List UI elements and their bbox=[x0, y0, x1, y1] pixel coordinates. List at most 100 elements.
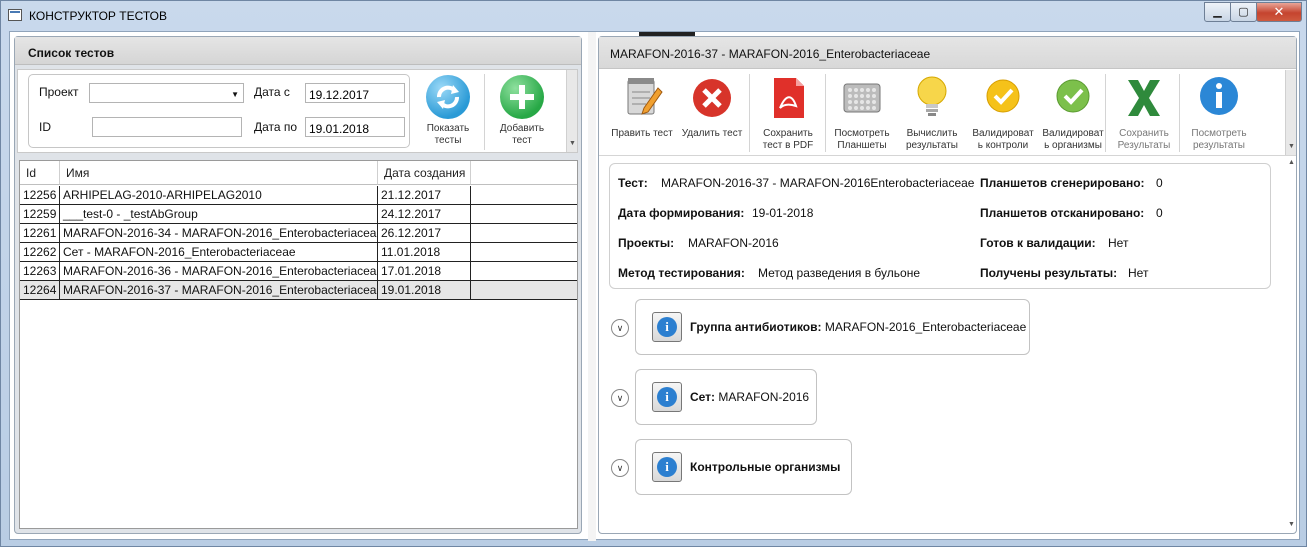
expand-control-organisms-toggle[interactable]: ∨ bbox=[611, 459, 629, 477]
cell-name: MARAFON-2016-37 - MARAFON-2016_Enterobac… bbox=[60, 281, 378, 299]
test-label: Тест: bbox=[618, 176, 648, 190]
delete-icon bbox=[690, 74, 734, 122]
add-test-button[interactable]: Добавить тест bbox=[494, 72, 550, 152]
pdf-icon bbox=[766, 74, 810, 122]
results-received-value: Нет bbox=[1128, 266, 1149, 280]
table-row[interactable]: 12259 ___test-0 - _testAbGroup 24.12.2017 bbox=[20, 205, 577, 224]
expand-set-toggle[interactable]: ∨ bbox=[611, 389, 629, 407]
column-header-date[interactable]: Дата создания bbox=[378, 161, 471, 185]
toolbar-button-excel[interactable]: Сохранить Результаты bbox=[1113, 74, 1175, 152]
date-to-input[interactable] bbox=[305, 117, 405, 137]
cell-filler bbox=[471, 205, 577, 223]
scroll-down-icon: ▼ bbox=[569, 140, 576, 147]
toolbar-button-label: Валидироват bbox=[1042, 128, 1104, 139]
panel-splitter[interactable] bbox=[588, 32, 596, 541]
toolbar-separator bbox=[1179, 74, 1180, 152]
plates-scanned-label: Планшетов отсканировано: bbox=[980, 206, 1145, 220]
set-expander[interactable]: i Сет: MARAFON-2016 bbox=[635, 369, 817, 425]
date-from-label: Дата с bbox=[254, 85, 290, 99]
toolbar-button-label: Посмотреть bbox=[834, 128, 890, 139]
minimize-button[interactable]: ▁ bbox=[1204, 2, 1231, 22]
lightbulb-icon bbox=[910, 74, 954, 122]
toolbar-button-label: Править тест bbox=[611, 128, 673, 139]
test-info-card: Тест: MARAFON-2016-37 - MARAFON-2016Ente… bbox=[609, 163, 1271, 289]
cell-id: 12259 bbox=[20, 205, 60, 223]
scroll-up-icon: ▲ bbox=[1288, 159, 1295, 166]
ready-for-validation-value: Нет bbox=[1108, 236, 1129, 250]
toolbar-button-edit-notepad[interactable]: Править тест bbox=[611, 74, 673, 152]
show-tests-button[interactable]: Показать тесты bbox=[420, 72, 476, 152]
control-organisms-expander[interactable]: i Контрольные организмы bbox=[635, 439, 852, 495]
filter-area: Проект ▼ ID Дата с Дата по bbox=[17, 69, 578, 153]
cell-date: 21.12.2017 bbox=[378, 186, 471, 204]
project-select[interactable]: ▼ bbox=[89, 83, 244, 103]
toolbar-button-validate-green[interactable]: Валидироват ь организмы bbox=[1041, 74, 1105, 152]
cell-name: MARAFON-2016-34 - MARAFON-2016_Enterobac… bbox=[60, 224, 378, 242]
toolbar-button-label: Валидироват bbox=[972, 128, 1034, 139]
app-icon bbox=[8, 9, 22, 21]
cell-id: 12264 bbox=[20, 281, 60, 299]
chevron-down-icon: ∨ bbox=[616, 393, 624, 403]
table-row[interactable]: 12264 MARAFON-2016-37 - MARAFON-2016_Ente… bbox=[20, 281, 577, 300]
column-header-id[interactable]: Id bbox=[20, 161, 60, 185]
toolbar-separator bbox=[749, 74, 750, 152]
validate-yellow-icon bbox=[981, 74, 1025, 122]
add-test-label: Добавить тест bbox=[499, 123, 545, 146]
toolbar-button-pdf[interactable]: Сохранить тест в PDF bbox=[757, 74, 819, 152]
table-row[interactable]: 12256 ARHIPELAG-2010-ARHIPELAG2010 21.12.2… bbox=[20, 186, 577, 205]
toolbar-button-label-line2: Результаты bbox=[1117, 140, 1171, 151]
cell-date: 17.01.2018 bbox=[378, 262, 471, 280]
id-input[interactable] bbox=[92, 117, 242, 137]
table-row[interactable]: 12262 Сет - MARAFON-2016_Enterobacteriace… bbox=[20, 243, 577, 262]
plates-generated-value: 0 bbox=[1156, 176, 1163, 190]
table-row[interactable]: 12261 MARAFON-2016-34 - MARAFON-2016_Ente… bbox=[20, 224, 577, 243]
excel-icon bbox=[1122, 74, 1166, 122]
filter-box: Проект ▼ ID Дата с Дата по bbox=[28, 74, 410, 148]
filter-scrollbar[interactable]: ▼ bbox=[566, 70, 577, 152]
scroll-down-icon: ▼ bbox=[1288, 521, 1295, 528]
toolbar-button-lightbulb[interactable]: Вычислить результаты bbox=[901, 74, 963, 152]
cell-date: 26.12.2017 bbox=[378, 224, 471, 242]
details-scrollbar[interactable]: ▲ ▼ bbox=[1288, 157, 1296, 533]
cell-filler bbox=[471, 186, 577, 204]
table-row[interactable]: 12263 MARAFON-2016-36 - MARAFON-2016_Ente… bbox=[20, 262, 577, 281]
refresh-icon bbox=[426, 75, 470, 119]
validate-green-icon bbox=[1051, 74, 1095, 122]
date-from-input[interactable] bbox=[305, 83, 405, 103]
chevron-down-icon: ∨ bbox=[616, 463, 624, 473]
expand-antibiotics-toggle[interactable]: ∨ bbox=[611, 319, 629, 337]
antibiotics-group-label: Группа антибиотиков: bbox=[690, 320, 822, 334]
info-icon: i bbox=[652, 382, 682, 412]
toolbar-button-label: Посмотреть bbox=[1191, 128, 1247, 139]
id-label: ID bbox=[39, 120, 51, 134]
column-header-name[interactable]: Имя bbox=[60, 161, 378, 185]
title-bar[interactable]: КОНСТРУКТОР ТЕСТОВ ▁ ▢ ✕ bbox=[1, 1, 1306, 31]
projects-label: Проекты: bbox=[618, 236, 675, 250]
set-label: Сет: bbox=[690, 390, 716, 404]
toolbar-scrollbar[interactable]: ▼ bbox=[1285, 70, 1296, 155]
tests-list-panel: Список тестов Проект ▼ ID Дата с Дата по bbox=[14, 36, 582, 534]
cell-filler bbox=[471, 262, 577, 280]
edit-notepad-icon bbox=[620, 74, 664, 122]
chevron-down-icon: ∨ bbox=[616, 323, 624, 333]
close-button[interactable]: ✕ bbox=[1256, 2, 1302, 22]
cell-id: 12261 bbox=[20, 224, 60, 242]
plus-icon bbox=[500, 75, 544, 119]
date-formed-label: Дата формирования: bbox=[618, 206, 745, 220]
control-organisms-label: Контрольные организмы bbox=[690, 460, 841, 474]
toolbar-button-info[interactable]: Посмотреть результаты bbox=[1185, 74, 1253, 152]
toolbar-button-delete[interactable]: Удалить тест bbox=[681, 74, 743, 152]
client-area: Список тестов Проект ▼ ID Дата с Дата по bbox=[9, 31, 1300, 541]
test-details-title: MARAFON-2016-37 - MARAFON-2016_Enterobac… bbox=[599, 37, 1296, 69]
maximize-button[interactable]: ▢ bbox=[1230, 2, 1257, 22]
project-label: Проект bbox=[39, 85, 79, 99]
antibiotics-group-expander[interactable]: i Группа антибиотиков: MARAFON-2016_Ente… bbox=[635, 299, 1030, 355]
toolbar-separator bbox=[1105, 74, 1106, 152]
toolbar-button-label-line2: ь организмы bbox=[1044, 140, 1102, 151]
cell-date: 24.12.2017 bbox=[378, 205, 471, 223]
info-icon: i bbox=[652, 312, 682, 342]
toolbar-button-plate-grid[interactable]: Посмотреть Планшеты bbox=[831, 74, 893, 152]
date-formed-value: 19-01-2018 bbox=[752, 206, 814, 220]
test-details-panel: MARAFON-2016-37 - MARAFON-2016_Enterobac… bbox=[598, 36, 1297, 534]
toolbar-button-validate-yellow[interactable]: Валидироват ь контроли bbox=[971, 74, 1035, 152]
